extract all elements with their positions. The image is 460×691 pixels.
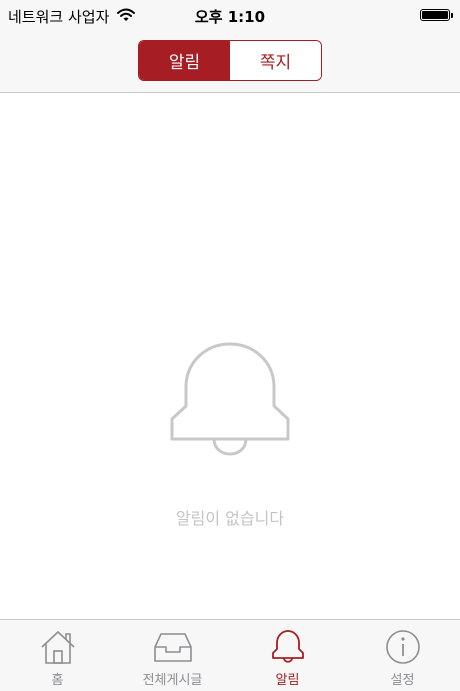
tab-settings[interactable]: 설정: [345, 620, 460, 691]
segment-messages[interactable]: 쪽지: [230, 41, 321, 80]
navigation-bar: 알림 쪽지: [0, 30, 460, 93]
status-bar: 네트워크 사업자 오후 1:10: [0, 0, 460, 30]
tab-home-label: 홈: [51, 673, 64, 688]
tab-bar: 홈 전체게시글 알림 설정: [0, 619, 460, 691]
empty-message: 알림이 없습니다: [175, 509, 285, 528]
tab-all-posts[interactable]: 전체게시글: [115, 620, 230, 691]
empty-state: 알림이 없습니다: [0, 93, 460, 619]
inbox-tray-icon: [152, 629, 194, 665]
tab-settings-label: 설정: [390, 673, 415, 688]
battery-icon: [420, 9, 453, 21]
tab-notifications-label: 알림: [275, 673, 300, 688]
tab-notifications[interactable]: 알림: [230, 620, 345, 691]
home-icon: [40, 629, 76, 665]
bell-outline-icon: [168, 341, 292, 465]
tab-home[interactable]: 홈: [0, 620, 115, 691]
bell-icon: [270, 629, 306, 665]
status-time: 오후 1:10: [194, 8, 266, 26]
info-circle-icon: [385, 629, 421, 665]
segmented-control: 알림 쪽지: [138, 40, 322, 81]
tab-all-posts-label: 전체게시글: [142, 673, 203, 688]
segment-notifications[interactable]: 알림: [139, 41, 230, 80]
